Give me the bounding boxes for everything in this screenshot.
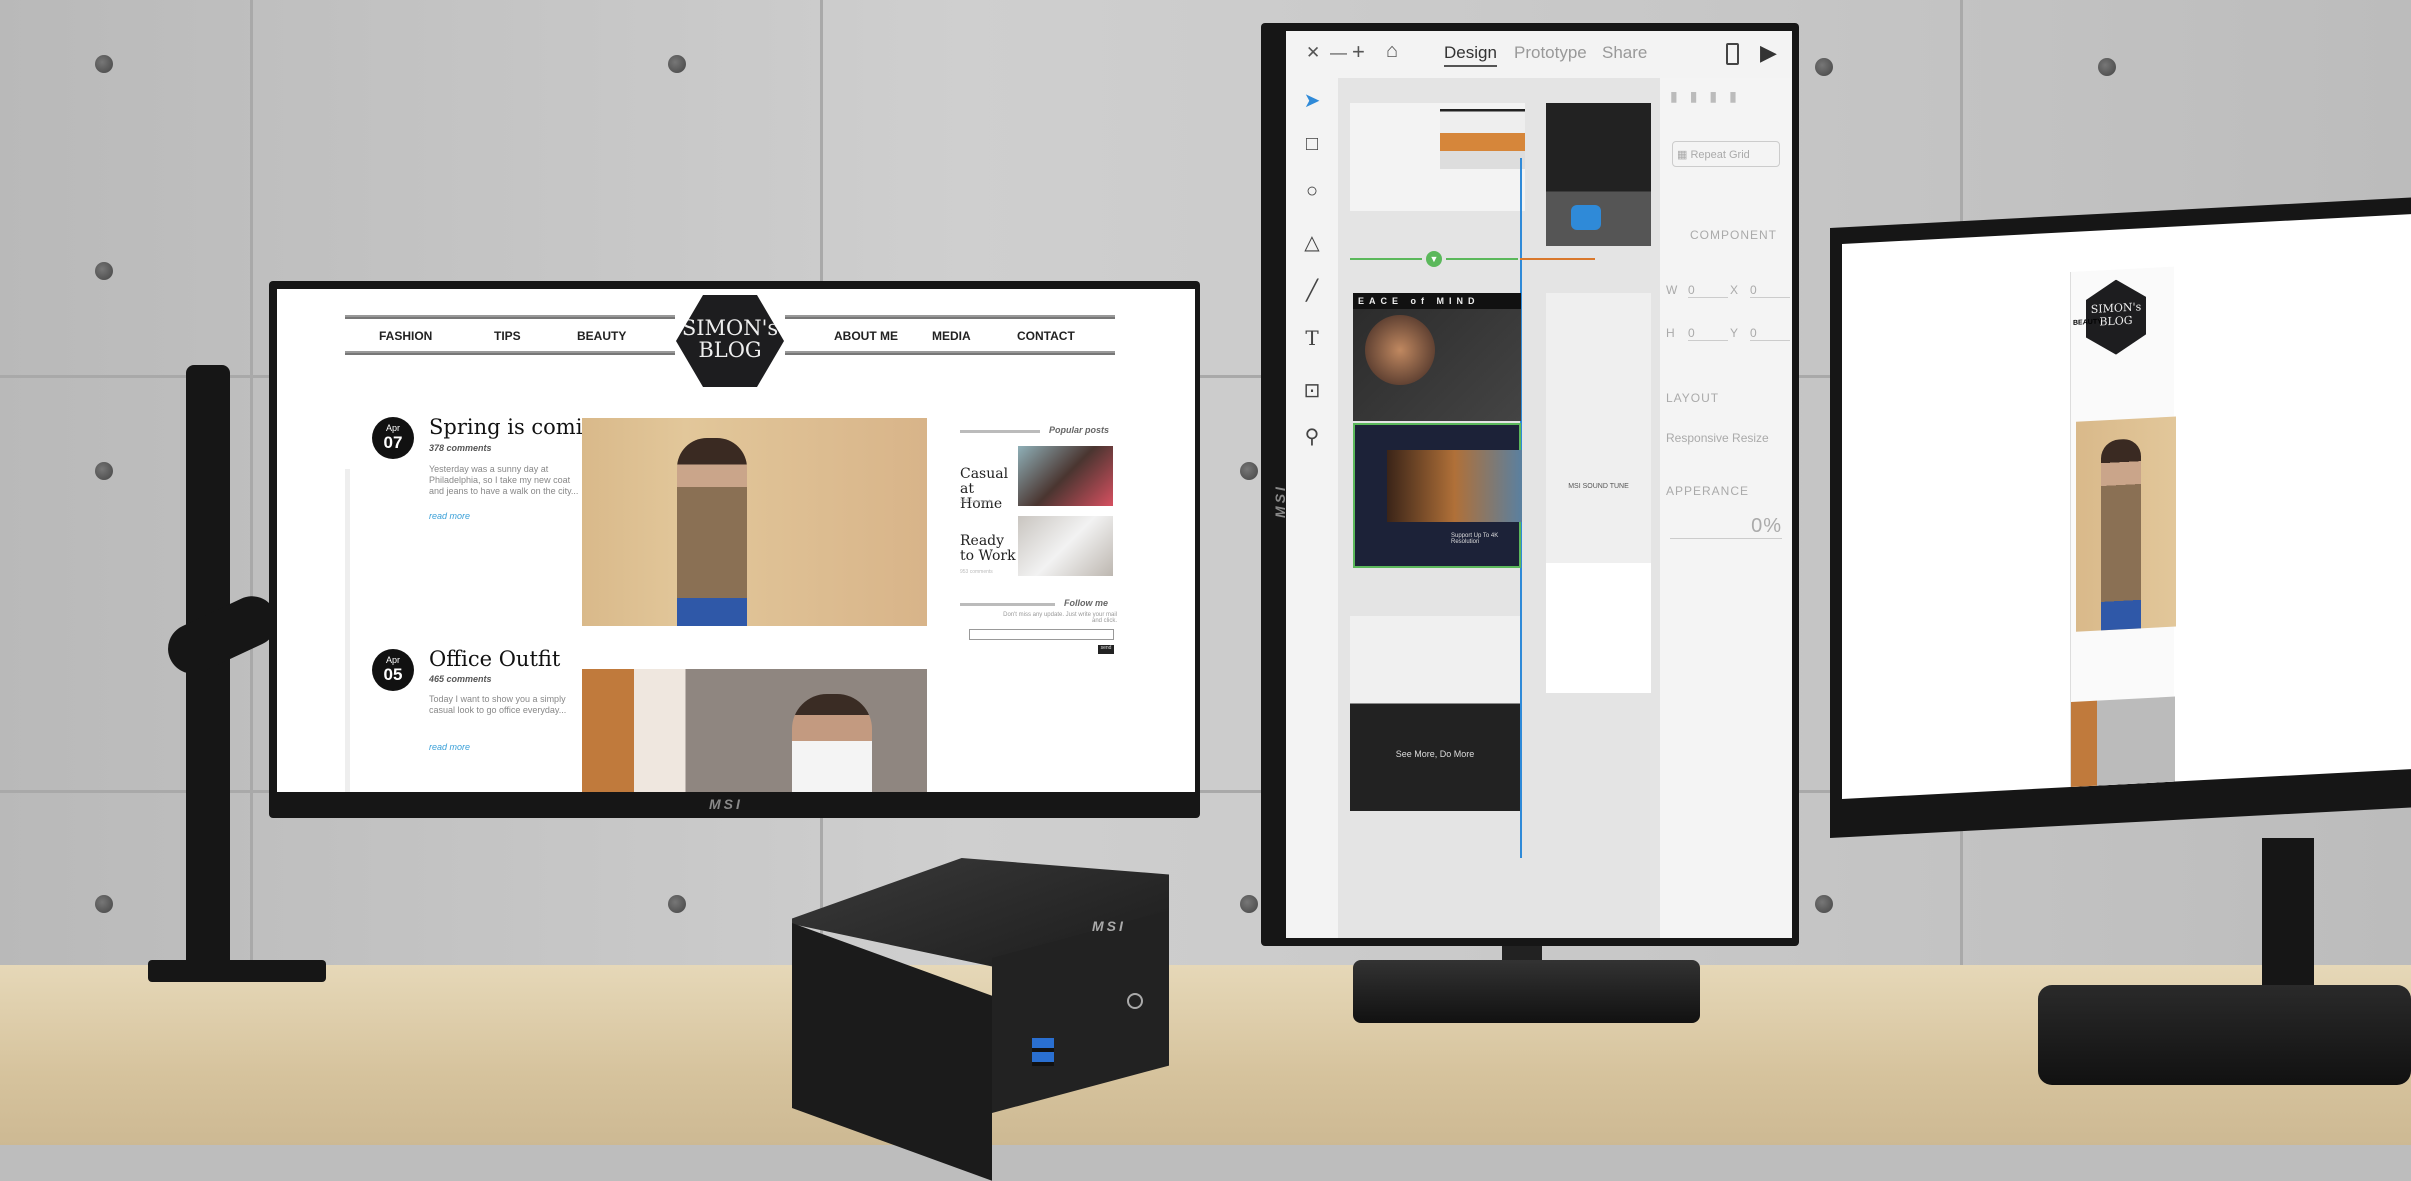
artboard[interactable] (1350, 103, 1525, 211)
h-field[interactable]: 0 (1688, 326, 1728, 341)
plus-icon[interactable]: + (1352, 39, 1365, 65)
design-app: ✕ — + ⌂ Design Prototype Share ▶ ➤ □ ○ △… (1286, 31, 1792, 938)
popular-posts-heading: Popular posts (1049, 425, 1110, 435)
h-label: H (1666, 326, 1676, 340)
artboard-selected[interactable]: Support Up To 4K Resolution (1353, 423, 1522, 568)
artboard-icon[interactable]: ⊡ (1300, 378, 1324, 403)
nav-contact[interactable]: CONTACT (1017, 329, 1075, 343)
rectangle-icon[interactable]: □ (1300, 133, 1324, 156)
repeat-grid-button[interactable]: ▦ Repeat Grid (1672, 141, 1780, 167)
monitor-arm-base (148, 960, 326, 982)
nav-media[interactable]: MEDIA (932, 329, 971, 343)
ellipse-icon[interactable]: ○ (1300, 180, 1324, 203)
x-field[interactable]: 0 (1750, 283, 1790, 298)
popular-post-comments: 953 comments (960, 569, 993, 575)
popular-post-title[interactable]: Ready to Work (960, 534, 1020, 564)
tab-design[interactable]: Design (1444, 43, 1497, 67)
center-monitor-stand (1353, 960, 1700, 1023)
y-label: Y (1730, 326, 1740, 340)
tab-prototype[interactable]: Prototype (1514, 43, 1587, 63)
opacity-field[interactable]: 0% (1670, 515, 1782, 539)
nav-fashion[interactable]: FASHION (379, 329, 432, 343)
artboard[interactable]: EACE of MIND (1353, 293, 1521, 421)
close-icon[interactable]: ✕ (1306, 43, 1320, 63)
post-date: Apr 07 (372, 417, 414, 459)
post-excerpt: Today I want to show you a simply casual… (429, 694, 567, 715)
play-icon[interactable]: ▶ (1760, 40, 1777, 66)
blog-logo[interactable]: SIMON's BLOG (676, 295, 784, 387)
right-monitor-stand-base (2038, 985, 2411, 1085)
artboard[interactable]: MSI SOUND TUNE (1546, 293, 1651, 693)
post-title[interactable]: Office Outfit (429, 647, 560, 671)
right-monitor-stand-neck (2262, 838, 2314, 998)
text-icon[interactable]: T (1300, 326, 1324, 350)
right-monitor-screen: SIMON's BLOG BEAUTY (1842, 214, 2411, 799)
flow-connector-icon[interactable]: ▼ (1426, 251, 1442, 267)
properties-panel: ▮▮▮▮ ▦ Repeat Grid COMPONENT W 0 X 0 H 0… (1660, 78, 1792, 938)
blog-logo: SIMON's BLOG (2086, 278, 2146, 356)
post-comments: 465 comments (429, 674, 492, 684)
tool-bar: ➤ □ ○ △ ╱ T ⊡ ⚲ (1286, 78, 1338, 938)
popular-post-photo[interactable] (1018, 516, 1113, 576)
read-more-link[interactable]: read more (429, 511, 470, 521)
post-date: Apr 05 (372, 649, 414, 691)
w-label: W (1666, 283, 1679, 297)
post-excerpt: Yesterday was a sunny day at Philadelphi… (429, 464, 579, 496)
home-icon[interactable]: ⌂ (1386, 40, 1398, 63)
power-button[interactable] (1127, 993, 1143, 1009)
nav-beauty[interactable]: BEAUTY (577, 329, 626, 343)
tab-share[interactable]: Share (1602, 43, 1647, 63)
follow-heading: Follow me (1064, 598, 1109, 608)
select-arrow-icon[interactable]: ➤ (1300, 88, 1324, 113)
popular-post-photo[interactable] (1018, 446, 1113, 506)
nav-beauty: BEAUTY (2073, 318, 2102, 327)
artboard[interactable]: See More, Do More (1350, 616, 1520, 811)
y-field[interactable]: 0 (1750, 326, 1790, 341)
nav-tips[interactable]: TIPS (494, 329, 521, 343)
w-field[interactable]: 0 (1688, 283, 1728, 298)
msi-logo: MSI (1092, 918, 1126, 934)
nav-about[interactable]: ABOUT ME (834, 329, 898, 343)
app-toolbar: ✕ — + ⌂ Design Prototype Share ▶ (1286, 31, 1792, 78)
zoom-icon[interactable]: ⚲ (1300, 424, 1324, 449)
line-icon[interactable]: ╱ (1300, 278, 1324, 303)
layout-label: LAYOUT (1666, 391, 1720, 405)
follow-text: Don't miss any update. Just write your m… (1003, 612, 1117, 624)
triangle-icon[interactable]: △ (1300, 230, 1324, 255)
component-label: COMPONENT (1690, 228, 1777, 242)
device-preview-icon[interactable] (1726, 43, 1739, 65)
post-photo[interactable] (582, 418, 927, 626)
msi-logo: MSI (709, 796, 743, 812)
email-input[interactable] (969, 629, 1114, 640)
appearance-label: APPERANCE (1666, 484, 1750, 498)
minus-icon[interactable]: — (1330, 43, 1347, 63)
post-photo[interactable] (582, 669, 927, 792)
popular-post-title[interactable]: Casual at Home (960, 467, 1020, 512)
mini-pc: MSI (792, 858, 1169, 1181)
x-label: X (1730, 283, 1740, 297)
send-button[interactable]: send (1098, 645, 1114, 654)
read-more-link[interactable]: read more (429, 742, 470, 752)
post-comments: 378 comments (429, 443, 492, 453)
popular-post-comments: 378 comments (960, 499, 993, 505)
canvas[interactable]: ▼ EACE of MIND Support Up To 4K Resoluti… (1338, 78, 1660, 938)
responsive-resize-toggle[interactable]: Responsive Resize (1666, 431, 1769, 445)
usb-ports (1032, 1038, 1054, 1066)
artboard[interactable] (1546, 103, 1651, 246)
blog-webpage: FASHION TIPS BEAUTY SIMON's BLOG ABOUT M… (277, 289, 1195, 792)
align-icons[interactable]: ▮▮▮▮ (1670, 88, 1749, 105)
